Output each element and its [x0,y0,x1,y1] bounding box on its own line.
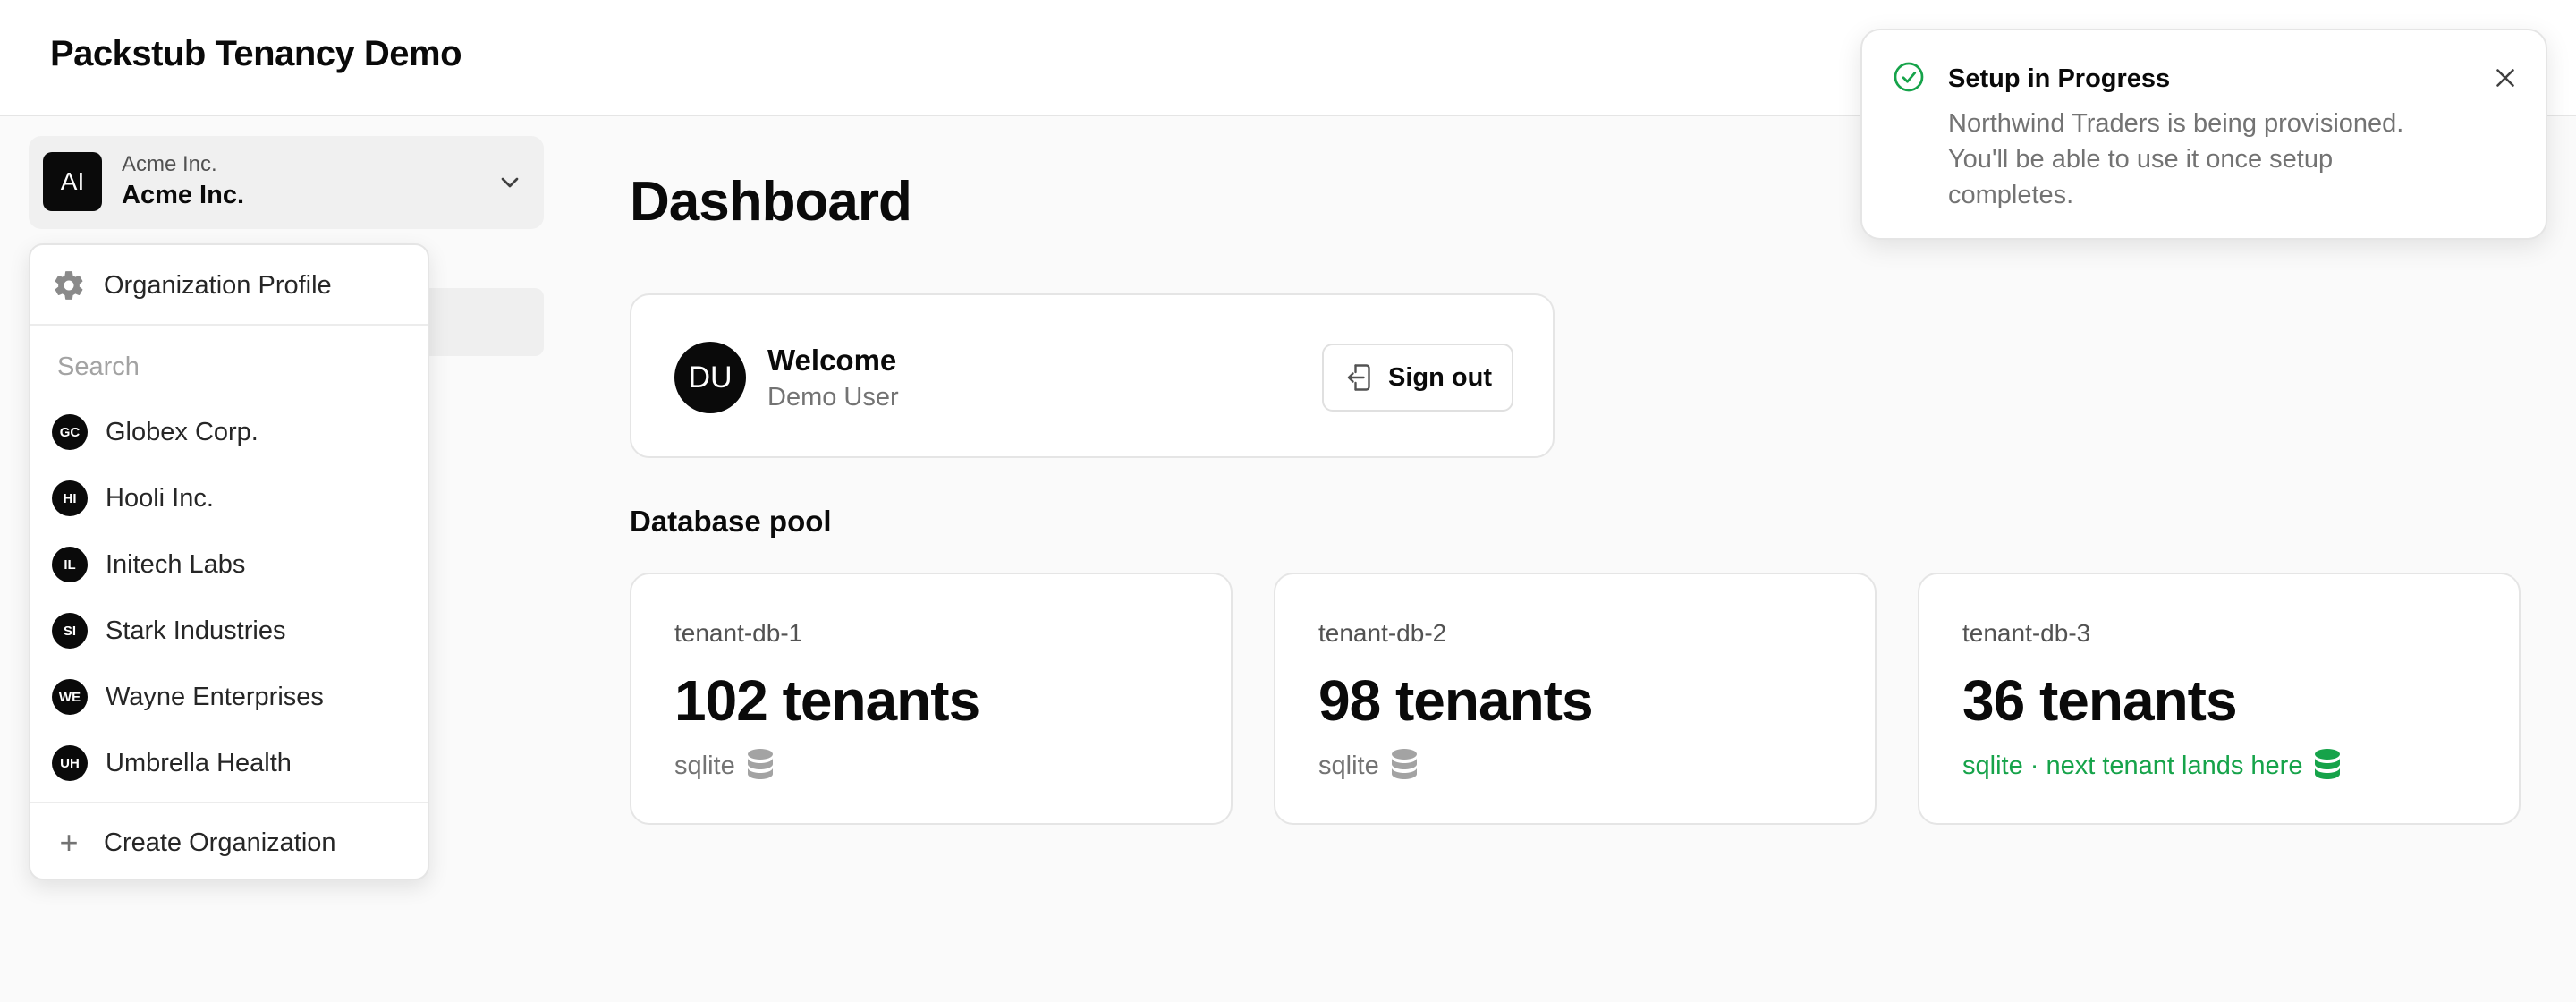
org-item-avatar: SI [52,613,88,649]
database-card: tenant-db-1 102 tenants sqlite [630,573,1233,825]
tenant-count: 102 tenants [674,668,980,733]
database-engine: sqlite [1318,748,1419,784]
welcome-card: DU Welcome Demo User Sign out [630,293,1555,458]
database-icon [2315,749,2341,779]
database-engine-label: sqlite [1318,751,1379,780]
org-switcher-name: Acme Inc. [122,181,244,209]
org-search-input[interactable] [57,349,397,385]
org-item-avatar: WE [52,679,88,715]
org-item-wayne[interactable]: WE Wayne Enterprises [30,664,428,730]
create-organization-button[interactable]: + Create Organization [30,807,428,879]
database-engine-label: sqlite · next tenant lands here [1962,751,2303,780]
org-item-label: Initech Labs [106,549,246,579]
dropdown-divider [30,802,428,803]
org-item-label: Hooli Inc. [106,483,214,513]
org-item-label: Wayne Enterprises [106,682,324,711]
database-icon [747,749,773,779]
org-item-avatar: UH [52,745,88,781]
toast-description: Northwind Traders is being provisioned. … [1948,109,2404,209]
toast-notification: Setup in Progress Northwind Traders is b… [1860,29,2547,240]
database-name: tenant-db-2 [1318,619,1447,647]
check-circle-icon [1894,62,1924,92]
org-avatar: AI [43,152,102,211]
chevron-down-icon [501,177,519,188]
org-item-avatar: HI [52,480,88,516]
database-card: tenant-db-2 98 tenants sqlite [1274,573,1877,825]
database-name: tenant-db-3 [1962,619,2091,647]
welcome-title: Welcome [767,344,897,377]
org-item-label: Stark Industries [106,616,286,645]
user-avatar: DU [674,342,746,413]
org-item-globex[interactable]: GC Globex Corp. [30,399,428,465]
sign-out-icon [1347,364,1370,391]
page-title: Dashboard [630,171,912,233]
toast-title: Setup in Progress [1948,64,2171,93]
tenant-count: 98 tenants [1318,668,1594,733]
org-item-label: Globex Corp. [106,417,258,446]
database-card-next: tenant-db-3 36 tenants sqlite · next ten… [1918,573,2521,825]
organization-profile-label: Organization Profile [104,270,332,300]
org-item-hooli[interactable]: HI Hooli Inc. [30,465,428,531]
org-switcher[interactable]: AI Acme Inc. Acme Inc. [29,136,544,229]
org-item-umbrella[interactable]: UH Umbrella Health [30,730,428,796]
database-engine: sqlite [674,748,775,784]
close-icon[interactable] [2490,63,2521,93]
org-switcher-small-label: Acme Inc. [122,152,217,176]
organization-profile-item[interactable]: Organization Profile [30,245,428,326]
database-engine-label: sqlite [674,751,735,780]
database-name: tenant-db-1 [674,619,803,647]
tenant-count: 36 tenants [1962,668,2238,733]
org-list: GC Globex Corp. HI Hooli Inc. IL Initech… [30,399,428,796]
database-engine: sqlite · next tenant lands here [1962,748,2342,784]
database-pool-title: Database pool [630,505,832,538]
org-item-avatar: IL [52,547,88,582]
org-item-initech[interactable]: IL Initech Labs [30,531,428,598]
plus-icon: + [59,824,79,861]
user-name: Demo User [767,383,899,412]
app-title: Packstub Tenancy Demo [50,34,462,73]
sign-out-label: Sign out [1388,362,1492,392]
sidebar-nav-item[interactable] [420,288,544,356]
dropdown-divider [30,324,428,326]
gear-icon [55,271,83,300]
create-organization-label: Create Organization [104,828,336,857]
org-item-avatar: GC [52,414,88,450]
sign-out-button[interactable]: Sign out [1322,344,1513,412]
org-item-label: Umbrella Health [106,748,292,777]
org-item-stark[interactable]: SI Stark Industries [30,598,428,664]
org-dropdown: Organization Profile GC Globex Corp. HI … [29,243,429,880]
database-icon [1391,749,1417,779]
